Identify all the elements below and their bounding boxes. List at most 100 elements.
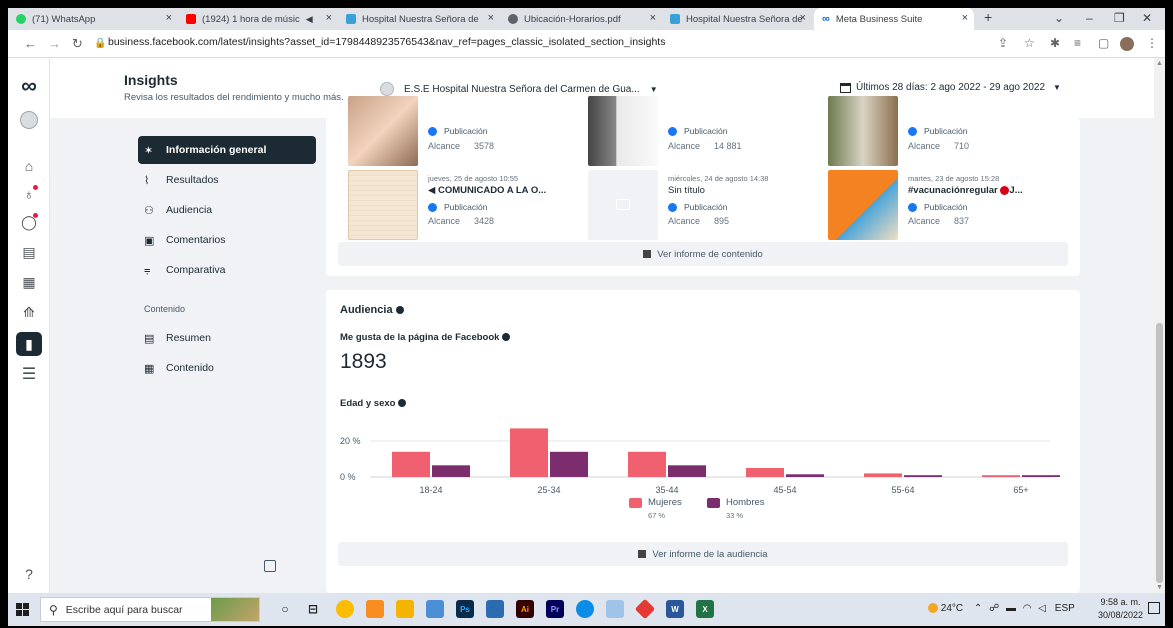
task-view-icon[interactable]: ⊟ [304,600,322,618]
illustrator-icon[interactable]: Ai [516,600,534,618]
clock[interactable]: 9:58 a. m. 30/08/2022 [1098,596,1143,622]
home-icon[interactable]: ⌂ [16,154,42,178]
close-icon[interactable]: × [800,12,806,24]
network-icon[interactable]: ☍ [989,603,999,614]
forward-arrow-icon[interactable]: → [48,36,61,51]
file-explorer-icon[interactable] [396,600,414,618]
bar-mujeres-55-64[interactable] [864,473,902,477]
tab-hospital-1[interactable]: Hospital Nuestra Señora de × [338,8,500,30]
post-item[interactable]: Publicación Alcance 3578 [348,96,578,166]
language-indicator[interactable]: ESP [1055,603,1075,614]
tab-search-icon[interactable]: ⌄ [1054,11,1064,25]
cortana-icon[interactable]: ○ [276,600,294,618]
view-content-report-button[interactable]: Ver informe de contenido [338,242,1068,266]
more-menu-icon[interactable]: ⋮ [1146,36,1158,50]
sidebar-toggle-icon[interactable]: ▢ [1098,36,1109,50]
scrollbar-thumb[interactable] [1156,323,1163,583]
collapse-panel-icon[interactable] [264,560,276,572]
post-item[interactable]: Publicación Alcance 710 [828,96,1058,166]
bar-mujeres-45-54[interactable] [746,468,784,477]
close-icon[interactable]: × [650,12,656,24]
volume-icon[interactable]: ◁ [1038,603,1046,614]
camera-app-icon[interactable] [426,600,444,618]
tab-youtube[interactable]: (1924) 1 hora de músic ◀ × [178,8,338,30]
bar-mujeres-18-24[interactable] [392,451,430,477]
url-text[interactable]: business.facebook.com/latest/insights?as… [108,36,665,48]
menu-icon[interactable]: ☰ [16,362,42,386]
vlc-icon[interactable] [366,600,384,618]
close-icon[interactable]: × [488,12,494,24]
info-icon[interactable] [395,306,404,315]
meta-logo-icon[interactable]: ∞ [16,73,42,98]
info-icon[interactable] [398,399,407,408]
bar-mujeres-25-34[interactable] [510,428,548,477]
premiere-icon[interactable]: Pr [546,600,564,618]
back-arrow-icon[interactable]: ← [24,36,37,51]
scroll-down-arrow[interactable]: ▼ [1156,584,1163,591]
star-icon[interactable]: ☆ [1024,36,1035,50]
close-icon[interactable]: × [962,12,968,24]
messages-icon[interactable]: ◯ [16,210,42,234]
post-item[interactable]: jueves, 25 de agosto 10:55 ◀ COMUNICADO … [348,170,578,240]
scroll-up-arrow[interactable]: ▲ [1156,60,1163,67]
close-icon[interactable]: × [326,12,332,24]
tab-pdf[interactable]: Ubicación-Horarios.pdf × [500,8,662,30]
nav-audiencia[interactable]: ⚇ Audiencia [138,196,316,224]
battery-icon[interactable]: ▬ [1006,603,1016,614]
notifications-icon[interactable]: ♁ [16,182,42,206]
bar-hombres-65+[interactable] [1022,475,1060,477]
edge-icon[interactable] [576,600,594,618]
nav-informacion-general[interactable]: ✶ Información general [138,136,316,164]
nav-contenido[interactable]: ▦ Contenido [138,354,316,382]
bar-mujeres-35-44[interactable] [628,451,666,477]
nav-comentarios[interactable]: ▣ Comentarios [138,226,316,254]
page-selector[interactable]: E.S.E Hospital Nuestra Señora del Carmen… [380,82,658,96]
close-window-button[interactable]: ✕ [1142,11,1152,25]
date-range-selector[interactable]: Últimos 28 días: 2 ago 2022 - 29 ago 202… [840,82,1061,93]
ads-icon[interactable]: ⟰ [16,300,42,324]
nav-resumen[interactable]: ▤ Resumen [138,324,316,352]
help-icon[interactable]: ? [16,562,42,586]
minimize-button[interactable]: – [1086,11,1093,25]
anydesk-icon[interactable] [634,598,656,620]
notification-center-icon[interactable] [1148,602,1160,614]
bar-hombres-18-24[interactable] [432,465,470,477]
reading-list-icon[interactable]: ≡ [1074,36,1081,50]
info-icon[interactable] [502,333,511,342]
bar-hombres-45-54[interactable] [786,474,824,477]
tab-meta-business-suite[interactable]: ∞ Meta Business Suite × [814,8,974,30]
post-item[interactable]: miércoles, 24 de agosto 14:38 Sin título… [588,170,818,240]
reload-icon[interactable]: ↻ [72,36,83,52]
wifi-icon[interactable]: ◠ [1023,603,1032,614]
page-scrollbar[interactable]: ▲ ▼ [1154,58,1165,593]
extensions-icon[interactable]: ✱ [1050,36,1060,50]
insights-icon[interactable]: ▮ [16,332,42,356]
nav-comparativa[interactable]: ⩦ Comparativa [138,256,316,284]
windows-start-icon[interactable] [16,603,29,616]
post-item[interactable]: martes, 23 de agosto 15:28 #vacunaciónre… [828,170,1058,240]
bar-hombres-55-64[interactable] [904,475,942,477]
bar-hombres-35-44[interactable] [668,465,706,477]
post-item[interactable]: Publicación Alcance 14 881 [588,96,818,166]
page-avatar[interactable] [16,108,42,132]
word-icon[interactable]: W [666,600,684,618]
view-audience-report-button[interactable]: Ver informe de la audiencia [338,542,1068,566]
content-icon[interactable]: ▤ [16,240,42,264]
share-icon[interactable]: ⇪ [998,36,1008,50]
weather-temp[interactable]: 24°C [941,603,963,614]
paint-icon[interactable] [606,600,624,618]
close-icon[interactable]: × [166,12,172,24]
maximize-button[interactable]: ❐ [1114,11,1125,25]
nav-resultados[interactable]: ⌇ Resultados [138,166,316,194]
bar-mujeres-65+[interactable] [982,475,1020,477]
excel-icon[interactable]: X [696,600,714,618]
new-tab-button[interactable]: + [984,9,992,25]
photoshop-icon[interactable]: Ps [456,600,474,618]
bar-hombres-25-34[interactable] [550,451,588,477]
planner-icon[interactable]: ▦ [16,270,42,294]
chrome-icon[interactable] [336,600,354,618]
tab-hospital-2[interactable]: Hospital Nuestra Señora de × [662,8,812,30]
tray-up-icon[interactable]: ⌃ [974,603,982,614]
taskbar-search-box[interactable]: ⚲ Escribe aquí para buscar [40,597,260,622]
calculator-icon[interactable] [486,600,504,618]
